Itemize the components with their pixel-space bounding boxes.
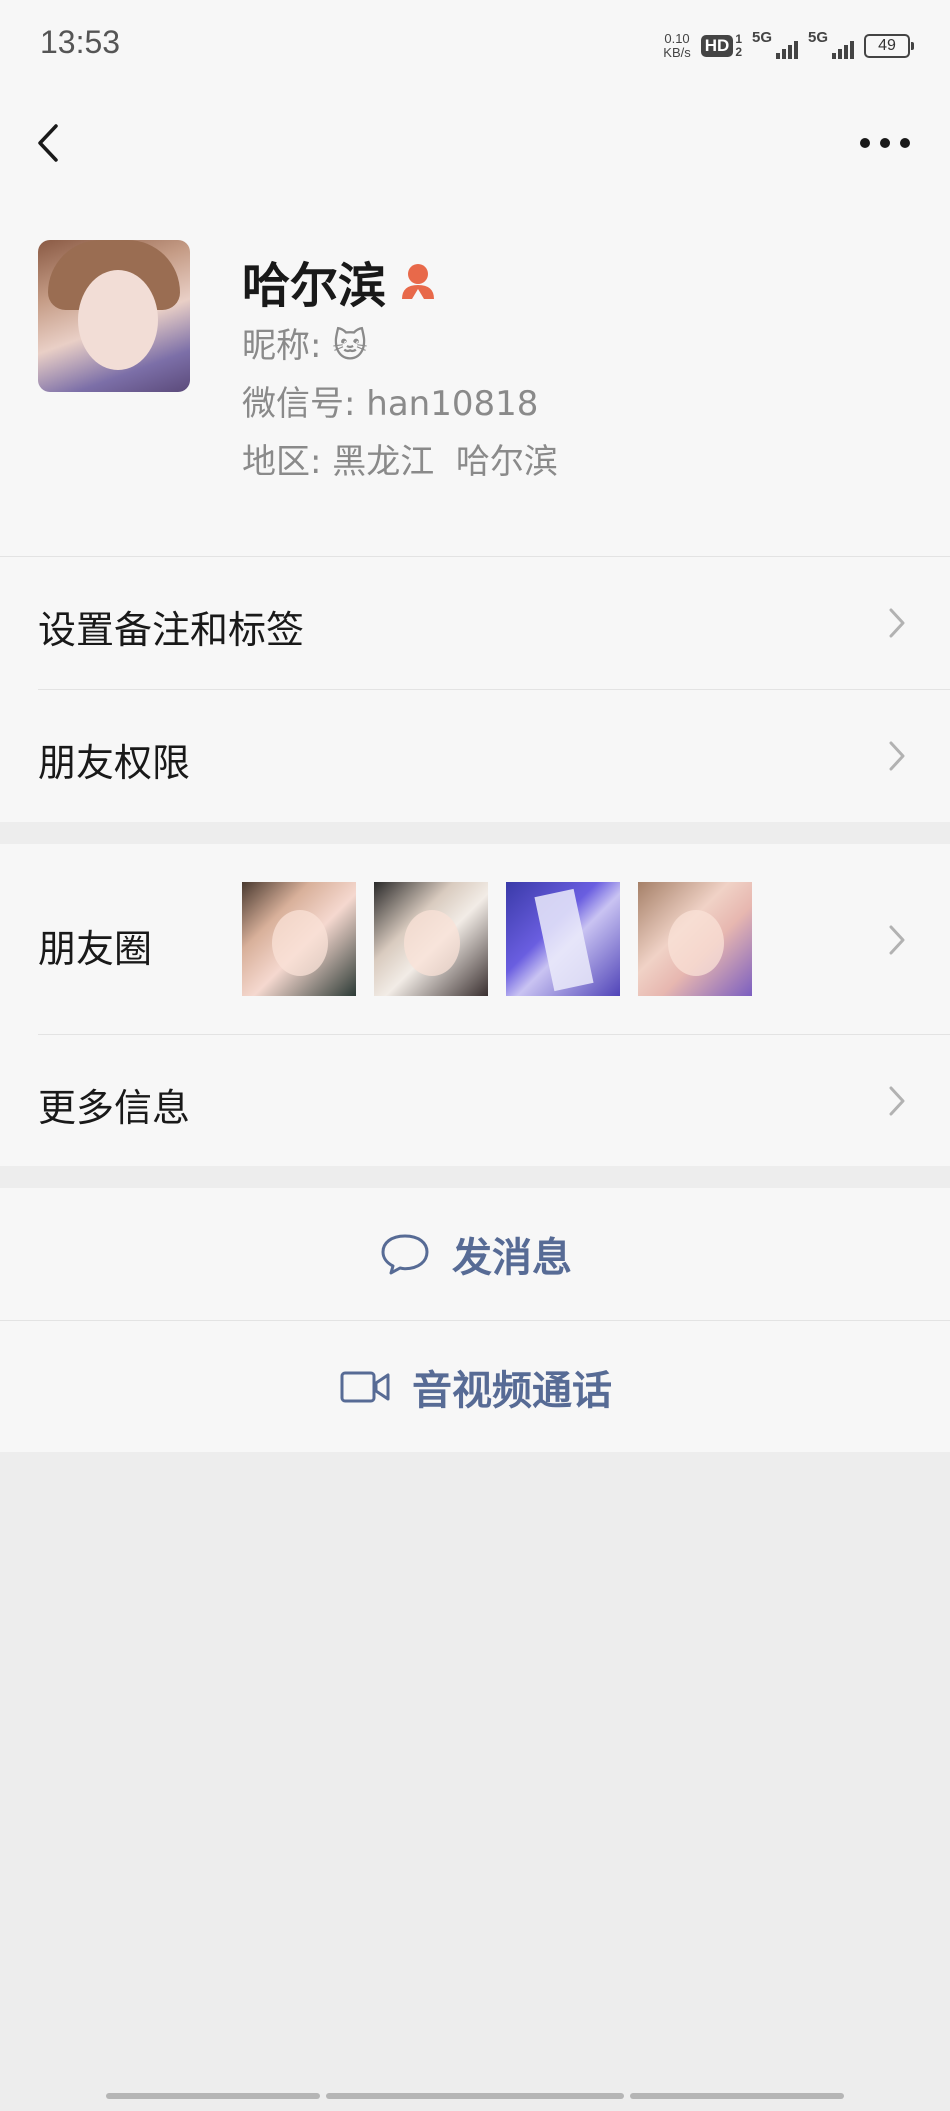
network-type-2: 5G bbox=[808, 29, 829, 46]
more-button[interactable] bbox=[860, 128, 910, 158]
send-message-button[interactable]: 发消息 bbox=[0, 1188, 950, 1320]
region-line: 地区: 黑龙江 哈尔滨 bbox=[242, 434, 558, 483]
back-arrow-icon bbox=[38, 124, 58, 162]
more-dot-icon bbox=[860, 138, 870, 148]
female-icon bbox=[402, 264, 435, 299]
display-name: 哈尔滨 bbox=[242, 258, 387, 314]
network-speed: 0.10 KB/s bbox=[663, 32, 690, 60]
gesture-bar bbox=[106, 2093, 320, 2099]
region-value: 黑龙江 哈尔滨 bbox=[332, 442, 558, 482]
moment-thumbnail bbox=[242, 882, 356, 996]
more-dot-icon bbox=[900, 138, 910, 148]
moments-label: 朋友圈 bbox=[38, 927, 153, 971]
name-row: 哈尔滨 bbox=[242, 246, 438, 316]
moment-thumbnail bbox=[638, 882, 752, 996]
settings-group: 设置备注和标签 朋友权限 bbox=[0, 556, 950, 822]
wechat-id-line: 微信号: han10818 bbox=[242, 376, 538, 425]
wechat-id-value: han10818 bbox=[366, 384, 539, 424]
chevron-right-icon bbox=[889, 925, 905, 955]
nickname-label: 昵称: bbox=[242, 326, 322, 366]
hd-sim2: 2 bbox=[735, 45, 742, 59]
actions-group: 发消息 音视频通话 bbox=[0, 1188, 950, 1452]
video-call-label: 音视频通话 bbox=[412, 1367, 612, 1414]
hd-sim-numbers: 1 2 bbox=[735, 33, 742, 59]
remark-tags-row[interactable]: 设置备注和标签 bbox=[0, 557, 950, 689]
status-bar: 13:53 0.10 KB/s HD 1 2 5G 5G 49 bbox=[0, 0, 950, 88]
more-info-label: 更多信息 bbox=[38, 1086, 191, 1130]
network-speed-value: 0.10 bbox=[664, 31, 690, 46]
send-message-label: 发消息 bbox=[452, 1235, 572, 1281]
status-time: 13:53 bbox=[40, 24, 121, 60]
gesture-bar bbox=[326, 2093, 624, 2099]
video-camera-icon bbox=[340, 1371, 390, 1402]
nickname-value: 🐱 bbox=[332, 326, 368, 366]
chat-bubble-icon bbox=[381, 1234, 429, 1275]
status-icons: 0.10 KB/s HD 1 2 5G 5G 49 bbox=[663, 28, 914, 64]
chevron-right-icon bbox=[889, 1086, 905, 1116]
friend-permissions-row[interactable]: 朋友权限 bbox=[0, 690, 950, 822]
profile-header: 哈尔滨 昵称: 🐱 微信号: han10818 地区: 黑龙江 哈尔滨 bbox=[0, 198, 950, 556]
video-call-button[interactable]: 音视频通话 bbox=[0, 1321, 950, 1452]
hd-badge: HD bbox=[700, 35, 734, 57]
signal-icon-sim2: 5G bbox=[808, 29, 854, 61]
signal-icon-sim1: 5G bbox=[752, 29, 798, 61]
nickname-line: 昵称: 🐱 bbox=[242, 318, 368, 367]
avatar-face bbox=[78, 270, 158, 370]
hd-voice-indicator: HD 1 2 bbox=[700, 33, 742, 59]
friend-permissions-label: 朋友权限 bbox=[38, 741, 191, 785]
moments-thumbnails bbox=[242, 882, 752, 996]
nav-bar bbox=[0, 88, 950, 198]
moment-thumbnail bbox=[374, 882, 488, 996]
avatar[interactable] bbox=[38, 240, 190, 392]
more-info-row[interactable]: 更多信息 bbox=[0, 1035, 950, 1166]
remark-tags-label: 设置备注和标签 bbox=[38, 608, 305, 652]
moments-row[interactable]: 朋友圈 bbox=[0, 844, 950, 1034]
network-type-1: 5G bbox=[752, 29, 773, 46]
gesture-bar bbox=[630, 2093, 844, 2099]
region-label: 地区: bbox=[242, 442, 322, 482]
moments-group: 朋友圈 更多信息 bbox=[0, 844, 950, 1166]
chevron-right-icon bbox=[889, 608, 905, 638]
more-dot-icon bbox=[880, 138, 890, 148]
moment-thumbnail bbox=[506, 882, 620, 996]
wechat-id-label: 微信号: bbox=[242, 384, 356, 424]
back-button[interactable] bbox=[30, 118, 70, 168]
chevron-right-icon bbox=[889, 741, 905, 771]
network-speed-unit: KB/s bbox=[663, 45, 691, 60]
battery-icon: 49 bbox=[864, 34, 914, 58]
